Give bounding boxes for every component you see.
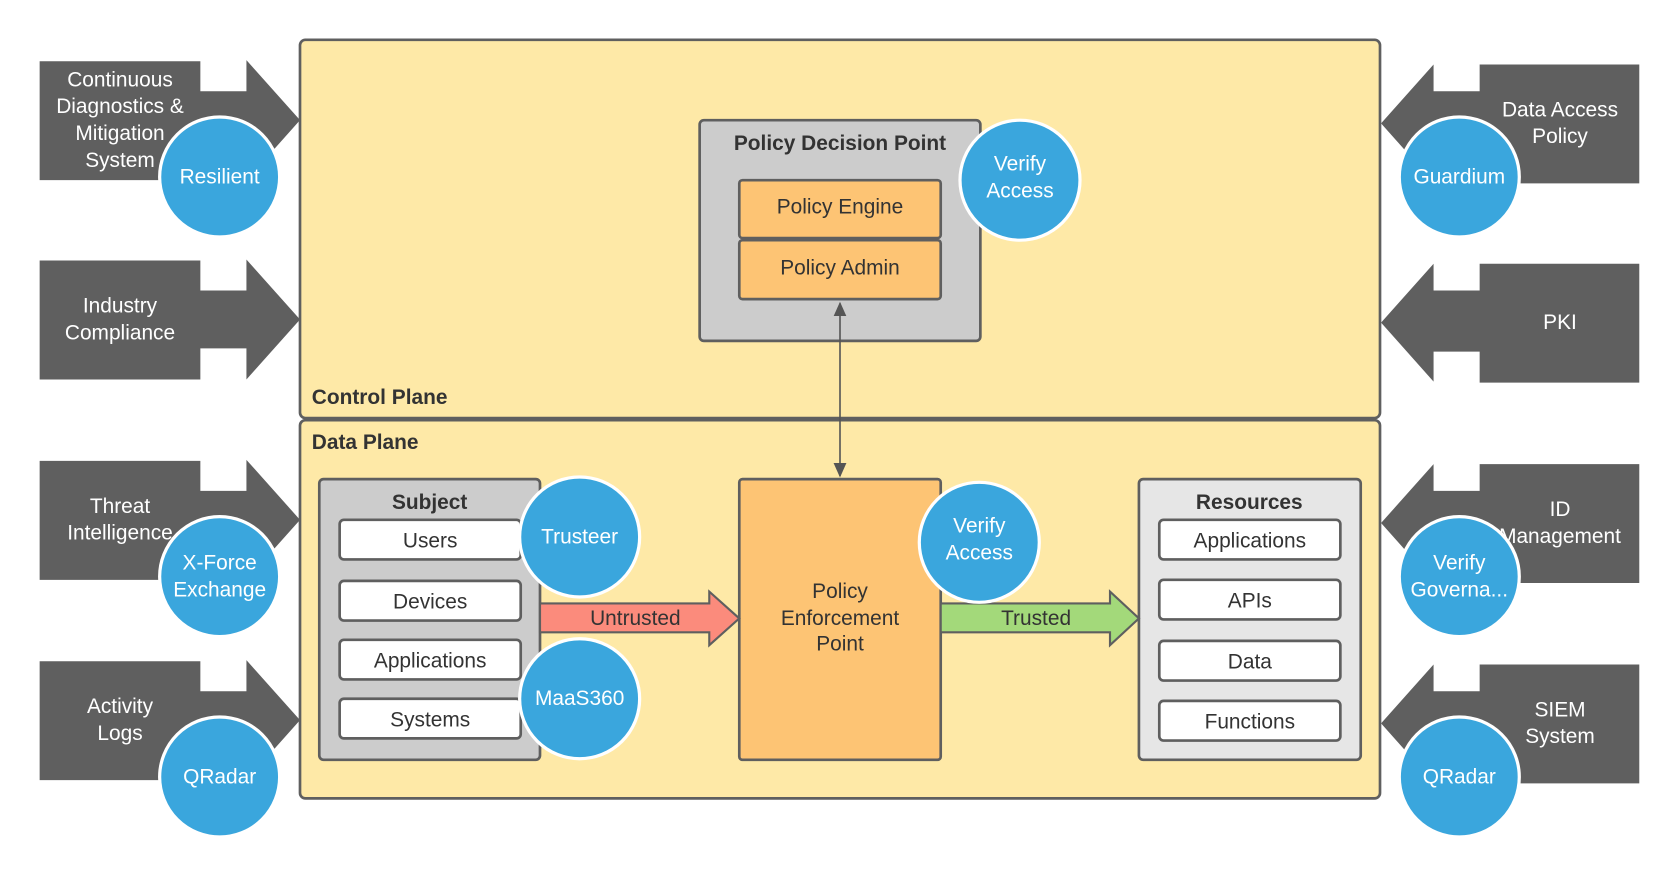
resource-item-label: Applications bbox=[1194, 530, 1307, 553]
trusted-label: Trusted bbox=[1001, 607, 1071, 630]
svg-text:Access: Access bbox=[986, 179, 1053, 202]
subject-item-label: Devices bbox=[393, 591, 467, 614]
control-plane-label: Control Plane bbox=[312, 386, 448, 409]
input-arrow bbox=[39, 259, 301, 380]
verify-access-badge-pdp: Verify Access bbox=[958, 118, 1082, 242]
badge-label: Resilient bbox=[180, 165, 260, 188]
input-label: Intelligence bbox=[67, 522, 173, 545]
subject-title: Subject bbox=[392, 491, 467, 514]
right-badge-3: QRadar bbox=[1397, 715, 1521, 839]
resource-item-label: APIs bbox=[1228, 590, 1272, 613]
badge-label: Governa... bbox=[1411, 578, 1508, 601]
input-label: Diagnostics & bbox=[56, 95, 184, 118]
input-label: Activity bbox=[87, 695, 154, 718]
badge-label: QRadar bbox=[183, 765, 256, 788]
input-label: PKI bbox=[1543, 311, 1577, 334]
resource-item-label: Functions bbox=[1205, 711, 1296, 734]
pep-label-3: Point bbox=[816, 633, 864, 656]
svg-text:Verify: Verify bbox=[953, 515, 1006, 538]
input-label: System bbox=[85, 149, 155, 172]
right-badge-2: Verify Governa... bbox=[1397, 515, 1521, 639]
policy-engine-label: Policy Engine bbox=[777, 195, 903, 218]
resources-title: Resources bbox=[1196, 491, 1303, 514]
zero-trust-diagram: Continuous Diagnostics & Mitigation System I… bbox=[39, 38, 1640, 839]
input-label: Industry bbox=[83, 294, 158, 317]
badge-label: QRadar bbox=[1423, 765, 1496, 788]
pdp-title: Policy Decision Point bbox=[734, 132, 946, 155]
input-label: Threat bbox=[90, 495, 151, 518]
svg-text:Access: Access bbox=[946, 541, 1013, 564]
badge-label: Guardium bbox=[1413, 165, 1505, 188]
subject-item-label: Applications bbox=[374, 650, 487, 673]
input-arrow bbox=[1381, 263, 1640, 383]
input-label: Logs bbox=[97, 722, 142, 745]
input-label: Mitigation bbox=[75, 122, 164, 145]
left-badge-3: QRadar bbox=[158, 715, 282, 839]
input-label: Compliance bbox=[65, 321, 175, 344]
input-label: SIEM bbox=[1534, 698, 1585, 721]
subject-item-label: Systems bbox=[390, 709, 470, 732]
maas360-badge: MaaS360 bbox=[518, 637, 642, 761]
verify-access-badge-pep: Verify Access bbox=[917, 480, 1041, 604]
pep-label-2: Enforcement bbox=[781, 607, 900, 630]
input-label: Policy bbox=[1532, 125, 1588, 148]
badge-label: Exchange bbox=[173, 578, 266, 601]
resource-item-label: Data bbox=[1228, 651, 1272, 674]
untrusted-label: Untrusted bbox=[590, 607, 681, 630]
input-label: Data Access bbox=[1502, 98, 1618, 121]
right-input-1: PKI bbox=[1381, 263, 1640, 383]
input-label: ID bbox=[1550, 498, 1571, 521]
input-label: Management bbox=[1499, 525, 1621, 548]
data-plane-label: Data Plane bbox=[312, 431, 419, 454]
svg-text:MaaS360: MaaS360 bbox=[535, 687, 624, 710]
input-label: System bbox=[1525, 725, 1595, 748]
badge-label: X-Force bbox=[183, 552, 257, 575]
left-badge-2: X-Force Exchange bbox=[158, 515, 282, 639]
svg-text:Trusteer: Trusteer bbox=[541, 525, 618, 548]
right-badge-0: Guardium bbox=[1397, 115, 1521, 239]
svg-text:Verify: Verify bbox=[994, 153, 1047, 176]
subject-item-label: Users bbox=[403, 530, 458, 553]
badge-label: Verify bbox=[1433, 552, 1486, 575]
pep-label-1: Policy bbox=[812, 580, 868, 603]
input-label: Continuous bbox=[67, 68, 173, 91]
left-input-1: Industry Compliance bbox=[39, 259, 301, 380]
left-badge-0: Resilient bbox=[158, 115, 282, 239]
policy-admin-label: Policy Admin bbox=[780, 256, 900, 279]
trusteer-badge: Trusteer bbox=[518, 475, 642, 599]
